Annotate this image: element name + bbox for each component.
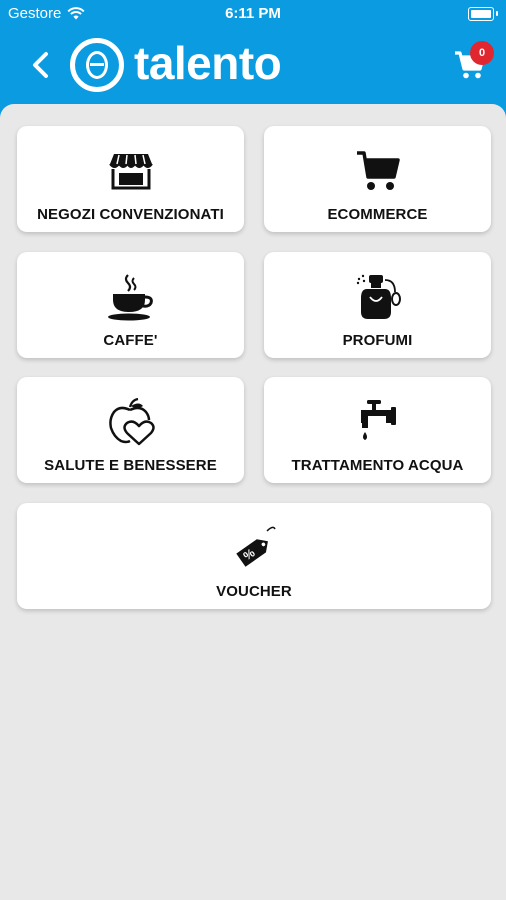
category-profumi[interactable]: PROFUMI <box>264 252 491 358</box>
category-label: ECOMMERCE <box>327 206 428 223</box>
clock: 6:11 PM <box>225 5 281 22</box>
talento-logo: talento <box>70 37 282 92</box>
category-label: TRATTAMENTO ACQUA <box>291 457 464 474</box>
water-tap-icon <box>360 400 396 440</box>
store-icon <box>108 154 153 190</box>
back-chevron-icon[interactable] <box>26 46 56 84</box>
category-negozi-convenzionati[interactable]: NEGOZI CONVENZIONATI <box>17 126 244 232</box>
category-salute-e-benessere[interactable]: SALUTE E BENESSERE <box>17 377 244 483</box>
category-label: PROFUMI <box>342 332 413 349</box>
category-label: SALUTE E BENESSERE <box>44 457 217 474</box>
cart-icon <box>356 151 400 190</box>
header-bar: Gestore 6:11 PM talento 0 <box>0 0 506 120</box>
content-area: NEGOZI CONVENZIONATI ECOMMERCE CAFFE' PR… <box>0 104 506 900</box>
perfume-bottle-icon <box>356 274 401 319</box>
category-caffe[interactable]: CAFFE' <box>17 252 244 358</box>
apple-heart-icon <box>108 397 155 446</box>
battery-icon <box>468 7 498 21</box>
coffee-cup-icon <box>107 274 153 321</box>
category-label: CAFFE' <box>103 332 158 349</box>
category-voucher[interactable]: % VOUCHER <box>17 503 491 609</box>
discount-tag-icon: % <box>236 526 276 567</box>
category-label: NEGOZI CONVENZIONATI <box>37 206 224 223</box>
category-ecommerce[interactable]: ECOMMERCE <box>264 126 491 232</box>
logo-mark-icon <box>70 38 124 92</box>
cart-count-badge: 0 <box>470 41 494 65</box>
category-label: VOUCHER <box>216 583 292 600</box>
category-trattamento-acqua[interactable]: TRATTAMENTO ACQUA <box>264 377 491 483</box>
logo-text: talento <box>134 37 282 89</box>
status-bar: Gestore 6:11 PM <box>0 0 506 28</box>
